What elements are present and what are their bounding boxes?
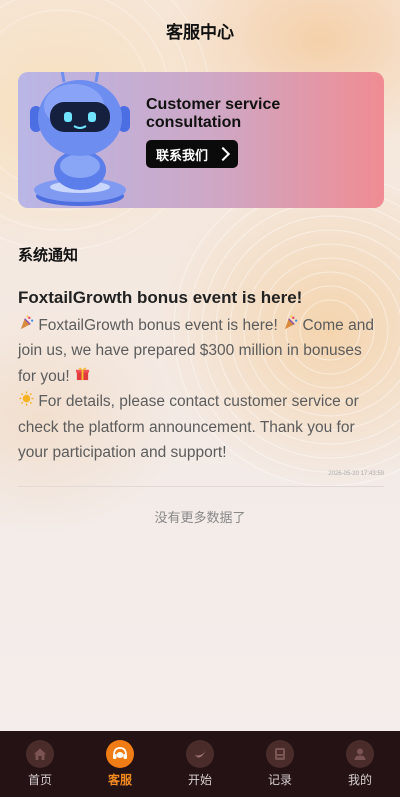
tab-label: 开始 [187,773,212,787]
section-title: 系统通知 [18,246,79,264]
chevron-right-icon [215,146,231,162]
tab-home[interactable]: 首页 [0,731,80,797]
party-popper-icon [282,313,298,338]
tab-label: 客服 [107,773,132,787]
contact-us-label: 联系我们 [156,148,209,164]
notice-title[interactable]: FoxtailGrowth bonus event is here! [18,288,388,308]
customer-service-banner: Customer service consultation 联系我们 [18,72,384,208]
party-popper-icon [18,313,34,338]
page-title: 客服中心 [166,23,234,43]
start-icon [186,740,214,768]
tab-records[interactable]: 记录 [240,731,320,797]
gift-icon [74,364,90,389]
tab-label: 首页 [27,773,52,787]
record-icon [266,740,294,768]
customer-service-icon [106,740,134,768]
bottom-tab-bar: 首页 客服 开始 记录 我的 [0,731,400,797]
notice-body: FoxtailGrowth bonus event is here! Come … [18,313,384,465]
notice-line-3: For details, please contact customer ser… [18,393,359,462]
notice-line-1: FoxtailGrowth bonus event is here! [38,317,278,334]
sun-icon [18,389,34,414]
tab-label: 我的 [347,773,372,787]
robot-icon [30,72,130,206]
home-icon [26,740,54,768]
tab-label: 记录 [267,773,292,787]
list-end-text: 没有更多数据了 [154,511,246,526]
tab-profile[interactable]: 我的 [320,731,400,797]
profile-icon [346,740,374,768]
tab-customer-service[interactable]: 客服 [80,731,160,797]
banner-title: Customer service consultation [146,96,281,131]
divider [18,486,384,487]
notice-timestamp: 2026-05-20 17:43:59 [328,471,384,477]
tab-start[interactable]: 开始 [160,731,240,797]
contact-us-button[interactable]: 联系我们 [146,140,239,168]
